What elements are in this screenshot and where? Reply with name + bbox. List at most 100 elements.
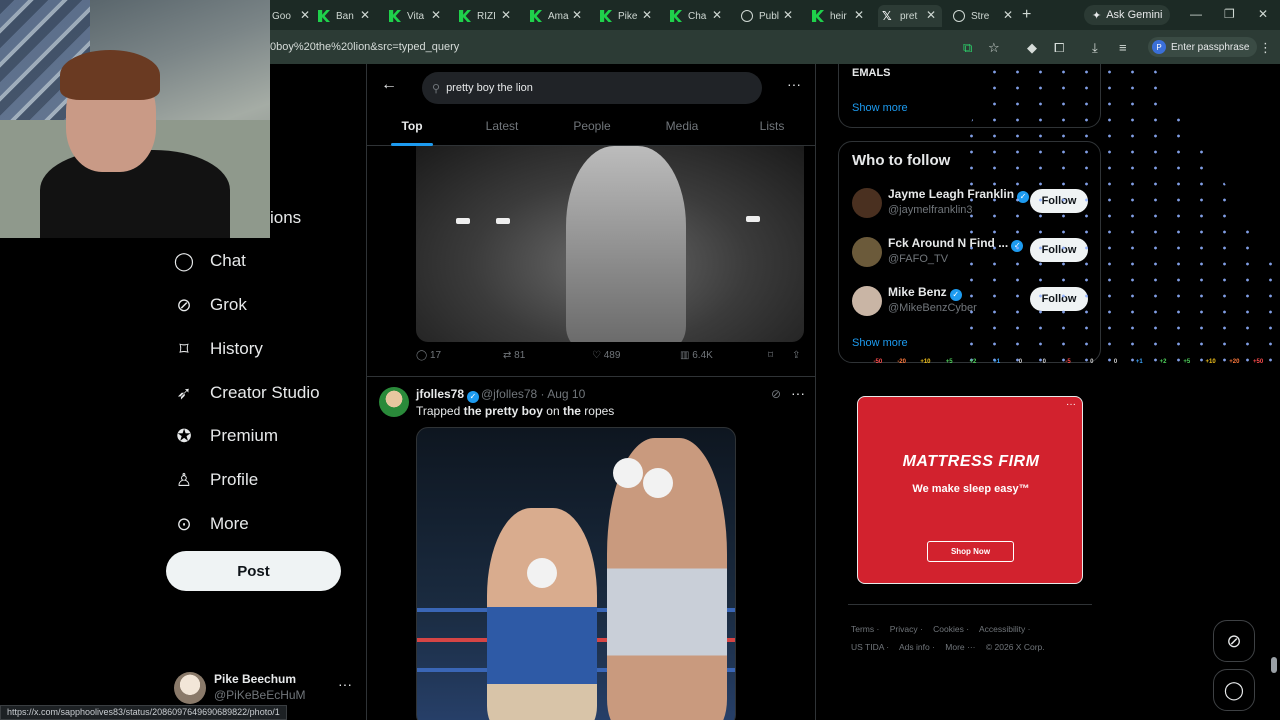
download-icon[interactable]: ⤓ bbox=[1092, 40, 1098, 56]
back-arrow-icon[interactable]: ← bbox=[381, 76, 397, 94]
nav-item-more[interactable]: ⊙ More bbox=[174, 514, 248, 534]
trend-title[interactable]: EMALS bbox=[852, 67, 891, 79]
browser-tab[interactable]: RIZI ✕ bbox=[459, 5, 511, 27]
share-icon[interactable]: ⇪ bbox=[792, 350, 800, 361]
browser-tab-active[interactable]: 𝕏pret ✕ bbox=[878, 5, 942, 27]
search-input[interactable] bbox=[446, 82, 727, 94]
avatar[interactable] bbox=[852, 188, 882, 218]
close-tab-icon[interactable]: ✕ bbox=[501, 8, 511, 22]
nav-item-history[interactable]: ⌑ History bbox=[174, 339, 263, 359]
tweet-media-photo[interactable] bbox=[416, 146, 804, 342]
close-tab-icon[interactable]: ✕ bbox=[854, 8, 864, 22]
footer-link-terms[interactable]: Terms · bbox=[851, 624, 879, 634]
follow-button[interactable]: Follow bbox=[1030, 287, 1088, 311]
tab-title: Vita bbox=[407, 10, 425, 22]
tab-lists[interactable]: Lists bbox=[727, 108, 815, 146]
browser-tab[interactable]: Stre ✕ bbox=[953, 5, 1013, 27]
close-tab-icon[interactable]: ✕ bbox=[1003, 8, 1013, 22]
tweet-author-name[interactable]: jfolles78 ✓ bbox=[416, 387, 480, 403]
tab-people[interactable]: People bbox=[547, 108, 637, 146]
close-tab-icon[interactable]: ✕ bbox=[572, 8, 582, 22]
tab-media[interactable]: Media bbox=[637, 108, 727, 146]
stream-meter-overlay: -50 -20 +10 +5 +2 +1 0 0 -5 0 0 +1 +2 +5… bbox=[866, 355, 1270, 369]
close-tab-icon[interactable]: ✕ bbox=[642, 8, 652, 22]
nav-item-premium[interactable]: ✪ Premium bbox=[174, 426, 278, 446]
browser-menu-icon[interactable]: ⋮ bbox=[1259, 40, 1272, 56]
nav-item-partial-label[interactable]: ions bbox=[270, 208, 301, 228]
avatar[interactable] bbox=[852, 237, 882, 267]
footer-link-accessibility[interactable]: Accessibility · bbox=[979, 624, 1030, 634]
minimize-icon[interactable]: — bbox=[1190, 7, 1202, 21]
nav-item-creator-studio[interactable]: ➶ Creator Studio bbox=[174, 383, 319, 403]
bookmark-icon[interactable]: ⌑ bbox=[768, 350, 773, 361]
tab-latest[interactable]: Latest bbox=[457, 108, 547, 146]
browser-tab[interactable]: Ban ✕ bbox=[318, 5, 370, 27]
media-queue-icon[interactable]: ≡ bbox=[1119, 40, 1127, 55]
avatar[interactable] bbox=[379, 387, 409, 417]
new-tab-icon[interactable]: + bbox=[1022, 6, 1031, 24]
tweet-media-photo[interactable] bbox=[416, 427, 736, 720]
close-tab-icon[interactable]: ✕ bbox=[431, 8, 441, 22]
search-box[interactable]: ⚲ bbox=[422, 72, 762, 104]
tab-top[interactable]: Top bbox=[367, 108, 457, 146]
grok-icon[interactable]: ⊘ bbox=[771, 387, 781, 401]
ad-options-icon[interactable]: ··· bbox=[1066, 399, 1076, 410]
bookmark-icon: ⌑ bbox=[179, 338, 189, 359]
footer-link-more[interactable]: More ··· bbox=[945, 642, 975, 652]
tweet-more-icon[interactable]: ··· bbox=[791, 385, 805, 401]
footer-link-privacy[interactable]: Privacy · bbox=[890, 624, 923, 634]
messages-fab-button[interactable]: ◯ bbox=[1213, 669, 1255, 711]
extensions-puzzle-icon[interactable]: ⧠ bbox=[1054, 40, 1064, 56]
show-more-link[interactable]: Show more bbox=[852, 102, 908, 114]
scrollbar-thumb[interactable] bbox=[1271, 657, 1277, 673]
follow-suggestion[interactable]: Fck Around N Find ... ✓ @FAFO_TV Follow bbox=[852, 235, 1092, 271]
close-tab-icon[interactable]: ✕ bbox=[360, 8, 370, 22]
footer-link-cookies[interactable]: Cookies · bbox=[933, 624, 969, 634]
search-options-icon[interactable]: ··· bbox=[787, 76, 801, 92]
browser-tab[interactable]: Vita ✕ bbox=[389, 5, 441, 27]
follow-button[interactable]: Follow bbox=[1030, 238, 1088, 262]
tweet[interactable]: jfolles78 ✓ @jfolles78 · Aug 10 ⊘ ··· Tra… bbox=[367, 376, 815, 720]
like-button[interactable]: ♡ 489 bbox=[592, 350, 620, 361]
window-close-icon[interactable]: ✕ bbox=[1258, 7, 1268, 21]
meter-label: 0 bbox=[1090, 359, 1094, 365]
ad-shop-now-button[interactable]: Shop Now bbox=[927, 541, 1014, 562]
grok-fab-button[interactable]: ⊘ bbox=[1213, 620, 1255, 662]
cast-icon[interactable]: ⧉ bbox=[963, 40, 972, 56]
more-dots-icon[interactable]: ··· bbox=[338, 676, 352, 692]
restore-icon[interactable]: ❐ bbox=[1224, 7, 1235, 21]
passphrase-button[interactable]: P Enter passphrase bbox=[1148, 37, 1258, 57]
show-more-link[interactable]: Show more bbox=[852, 337, 908, 349]
search-header: ← ⚲ ··· Top Latest People Media Lists bbox=[367, 64, 815, 146]
url-field[interactable]: 0boy%20the%20lion&src=typed_query bbox=[270, 41, 459, 53]
post-button[interactable]: Post bbox=[166, 551, 341, 591]
follow-button[interactable]: Follow bbox=[1030, 189, 1088, 213]
browser-tab[interactable]: Pike ✕ bbox=[600, 5, 652, 27]
repost-button[interactable]: ⇄ 81 bbox=[503, 350, 525, 361]
close-tab-icon[interactable]: ✕ bbox=[300, 8, 310, 22]
footer-link-ads-info[interactable]: Ads info · bbox=[899, 642, 935, 652]
views-button[interactable]: ▥ 6.4K bbox=[680, 350, 713, 361]
browser-tab[interactable]: Cha ✕ bbox=[670, 5, 722, 27]
advertisement[interactable]: ··· MATTRESS FIRM We make sleep easy™ Sh… bbox=[857, 396, 1083, 584]
follow-suggestion[interactable]: Mike Benz ✓ @MikeBenzCyber Follow bbox=[852, 284, 1092, 320]
browser-tab[interactable]: Goo ✕ bbox=[272, 5, 310, 27]
reply-count: 17 bbox=[429, 350, 442, 361]
close-tab-icon[interactable]: ✕ bbox=[926, 8, 936, 22]
ask-gemini-button[interactable]: ✦ Ask Gemini bbox=[1084, 5, 1171, 25]
footer-link-us-tida[interactable]: US TIDA · bbox=[851, 642, 889, 652]
avatar[interactable] bbox=[852, 286, 882, 316]
nav-item-profile[interactable]: ♙ Profile bbox=[174, 470, 258, 490]
browser-tab[interactable]: heir ✕ bbox=[812, 5, 864, 27]
tweet-author-handle[interactable]: @jfolles78 · Aug 10 bbox=[481, 387, 585, 401]
nav-item-chat[interactable]: ◯ Chat bbox=[174, 251, 246, 271]
bookmark-star-icon[interactable]: ☆ bbox=[988, 40, 1000, 56]
nav-item-grok[interactable]: ⊘ Grok bbox=[174, 295, 246, 315]
close-tab-icon[interactable]: ✕ bbox=[712, 8, 722, 22]
browser-tab[interactable]: Publ ✕ bbox=[741, 5, 793, 27]
extension-diamond-icon[interactable]: ◆ bbox=[1027, 40, 1037, 56]
close-tab-icon[interactable]: ✕ bbox=[783, 8, 793, 22]
follow-suggestion[interactable]: Jayme Leagh Franklin ✓ @jaymelfranklin3 F… bbox=[852, 186, 1092, 222]
browser-tab[interactable]: Ama ✕ bbox=[530, 5, 582, 27]
reply-button[interactable]: ◯ 17 bbox=[416, 350, 441, 361]
